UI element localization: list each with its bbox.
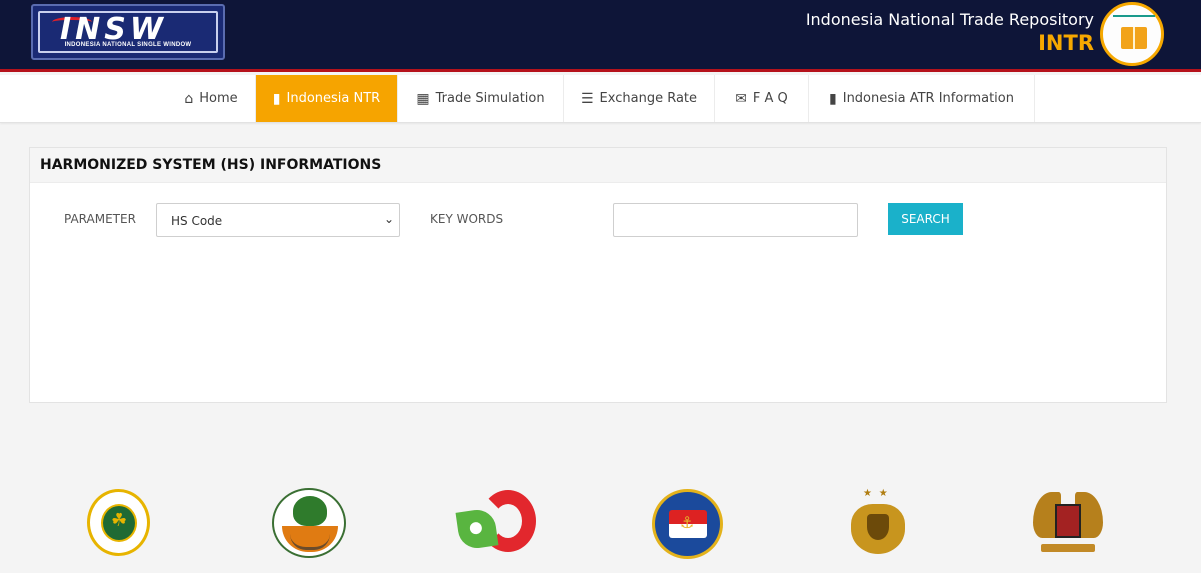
- flag-icon: [669, 510, 707, 538]
- pertahanan-logo[interactable]: [652, 489, 723, 559]
- keywords-input[interactable]: [613, 203, 858, 237]
- main-nav: ⌂ Home ▮ Indonesia NTR ▦ Trade Simulatio…: [0, 75, 1201, 123]
- garuda-shield-icon: [1055, 504, 1081, 538]
- parameter-label: PARAMETER: [64, 212, 136, 226]
- book-emblem-icon: [1121, 27, 1147, 49]
- nav-faq-label: F A Q: [752, 91, 788, 106]
- polri-logo[interactable]: ★ ★: [843, 488, 913, 558]
- nav-trade-simulation[interactable]: ▦ Trade Simulation: [398, 75, 564, 122]
- nav-exchange-rate-label: Exchange Rate: [599, 91, 698, 106]
- nav-indonesia-ntr-label: Indonesia NTR: [286, 91, 381, 106]
- chevron-down-icon: ⌄: [383, 212, 394, 226]
- panel-header: HARMONIZED SYSTEM (HS) INFORMATIONS: [30, 148, 1166, 183]
- lhk-logo[interactable]: [272, 488, 346, 558]
- nav-exchange-rate[interactable]: ☰ Exchange Rate: [564, 75, 715, 122]
- barcode-icon: ☰: [580, 90, 594, 107]
- insw-logo-frame: INSW INDONESIA NATIONAL SINGLE WINDOW: [38, 11, 218, 53]
- panel-title: HARMONIZED SYSTEM (HS) INFORMATIONS: [40, 157, 382, 173]
- parameter-select-value: HS Code: [171, 214, 223, 228]
- grid-icon: ▦: [416, 90, 430, 107]
- nav-home-label: Home: [199, 91, 238, 106]
- insw-logo-word: INSW: [60, 12, 167, 47]
- nav-trade-simulation-label: Trade Simulation: [435, 91, 545, 106]
- site-header: INSW INDONESIA NATIONAL SINGLE WINDOW In…: [0, 0, 1201, 72]
- nav-home[interactable]: ⌂ Home: [167, 75, 256, 122]
- nav-indonesia-ntr[interactable]: ▮ Indonesia NTR: [256, 75, 398, 122]
- banner-shape: [1041, 544, 1095, 552]
- home-icon: ⌂: [184, 90, 194, 107]
- search-button[interactable]: SEARCH: [888, 203, 963, 235]
- intr-emblem-icon: [1100, 2, 1164, 66]
- site-title: Indonesia National Trade Repository: [805, 10, 1094, 29]
- nav-faq[interactable]: ✉ F A Q: [715, 75, 809, 122]
- stars-icon: ★ ★: [863, 488, 890, 499]
- tree-icon: [293, 496, 327, 526]
- envelope-icon: ✉: [735, 90, 747, 107]
- insw-logo[interactable]: INSW INDONESIA NATIONAL SINGLE WINDOW: [31, 4, 225, 60]
- nav-indonesia-atr-information[interactable]: ▮ Indonesia ATR Information: [809, 75, 1035, 122]
- insw-logo-subtitle: INDONESIA NATIONAL SINGLE WINDOW: [64, 42, 192, 48]
- keywords-label: KEY WORDS: [430, 212, 504, 226]
- shield-icon: [851, 504, 905, 554]
- garuda-logo[interactable]: [1033, 488, 1103, 560]
- site-code: INTR: [1038, 31, 1094, 55]
- karantina-emblem-icon: [101, 504, 137, 542]
- karantina-logo[interactable]: [87, 489, 150, 556]
- nav-indonesia-atr-information-label: Indonesia ATR Information: [842, 91, 1014, 106]
- scale-icon: [1113, 15, 1155, 25]
- hs-information-panel: HARMONIZED SYSTEM (HS) INFORMATIONS PARA…: [29, 147, 1167, 403]
- book-icon: ▮: [272, 90, 281, 107]
- industri-logo[interactable]: [455, 490, 536, 558]
- parameter-select[interactable]: HS Code ⌄: [156, 203, 400, 237]
- book-icon: ▮: [829, 90, 837, 107]
